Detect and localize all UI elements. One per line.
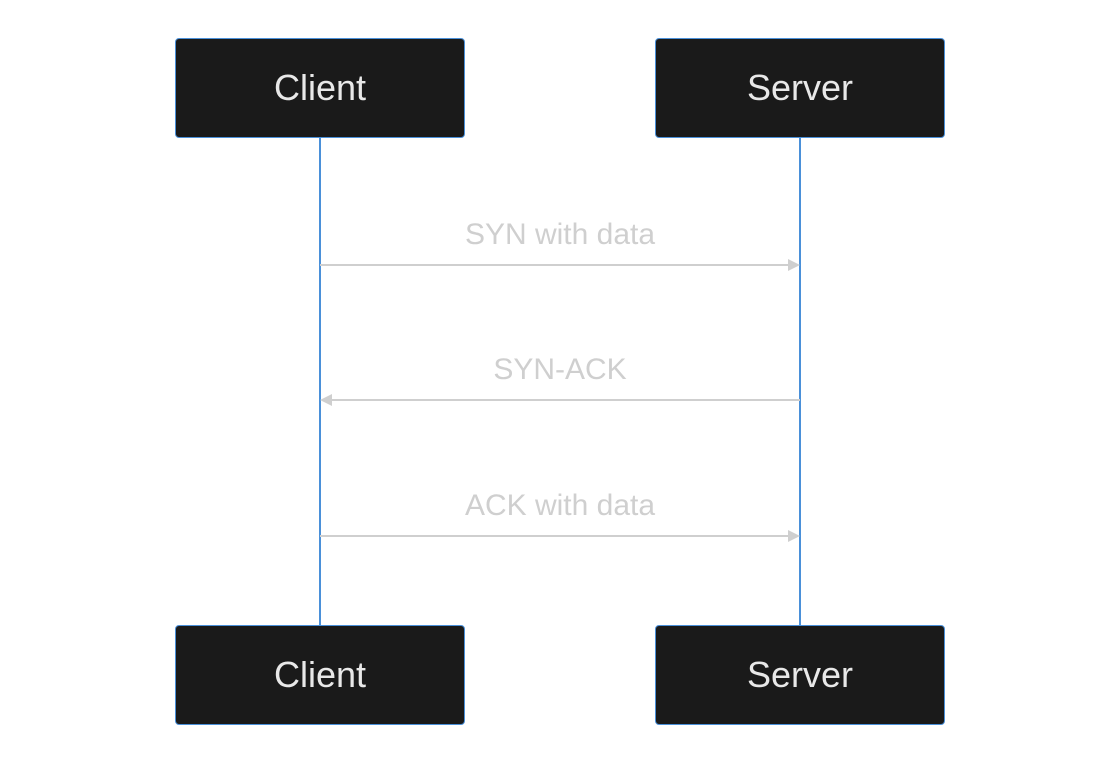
actor-server-bottom: Server xyxy=(655,625,945,725)
actor-client-top: Client xyxy=(175,38,465,138)
actor-server-top: Server xyxy=(655,38,945,138)
message-1-arrow xyxy=(320,258,800,278)
actor-client-top-label: Client xyxy=(274,67,366,109)
message-2-arrow xyxy=(320,393,800,413)
actor-server-top-label: Server xyxy=(747,67,853,109)
actor-client-bottom: Client xyxy=(175,625,465,725)
message-3-arrow xyxy=(320,529,800,549)
actor-client-bottom-label: Client xyxy=(274,654,366,696)
message-3-label: ACK with data xyxy=(310,489,810,523)
sequence-diagram: Client Server SYN with data SYN-ACK ACK … xyxy=(0,0,1116,768)
actor-server-bottom-label: Server xyxy=(747,654,853,696)
message-1-label: SYN with data xyxy=(310,218,810,252)
message-2-label: SYN-ACK xyxy=(310,353,810,387)
